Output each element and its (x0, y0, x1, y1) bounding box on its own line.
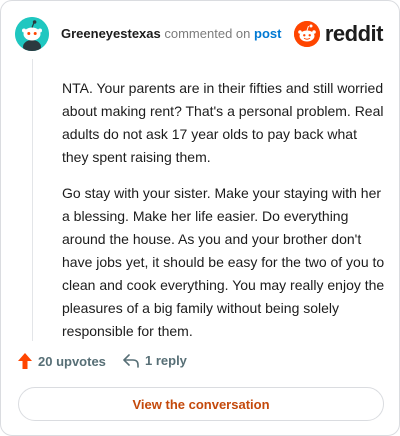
reddit-snoo-icon (293, 21, 320, 47)
comment-header: Greeneyestexas commented on post reddit (15, 17, 385, 51)
action-text: commented on (164, 26, 251, 41)
comment-byline: Greeneyestexas commented on post (61, 26, 281, 42)
comment-paragraph: Go stay with your sister. Make your stay… (62, 185, 385, 339)
upvote-arrow-icon (18, 353, 32, 369)
upvote-count: 20 upvotes (38, 353, 106, 369)
embedded-comment-card: Greeneyestexas commented on post reddit (0, 0, 400, 436)
comment-actions: 20 upvotes 1 reply (18, 353, 318, 375)
post-link[interactable]: post (254, 26, 281, 41)
reddit-wordmark: reddit (324, 21, 384, 46)
replies-button[interactable]: 1 reply (123, 353, 187, 368)
reply-arrow-icon (123, 353, 139, 368)
comment-body: NTA. Your parents are in their fifties a… (62, 77, 386, 356)
reddit-logo[interactable]: reddit (293, 20, 384, 48)
upvotes-button[interactable]: 20 upvotes (18, 353, 106, 369)
snoo-avatar-icon[interactable] (15, 17, 49, 51)
thread-line (32, 59, 33, 341)
comment-paragraph: NTA. Your parents are in their fifties a… (62, 80, 384, 165)
view-conversation-button[interactable]: View the conversation (18, 387, 384, 421)
username-link[interactable]: Greeneyestexas (61, 26, 161, 41)
reply-count: 1 reply (145, 353, 187, 368)
